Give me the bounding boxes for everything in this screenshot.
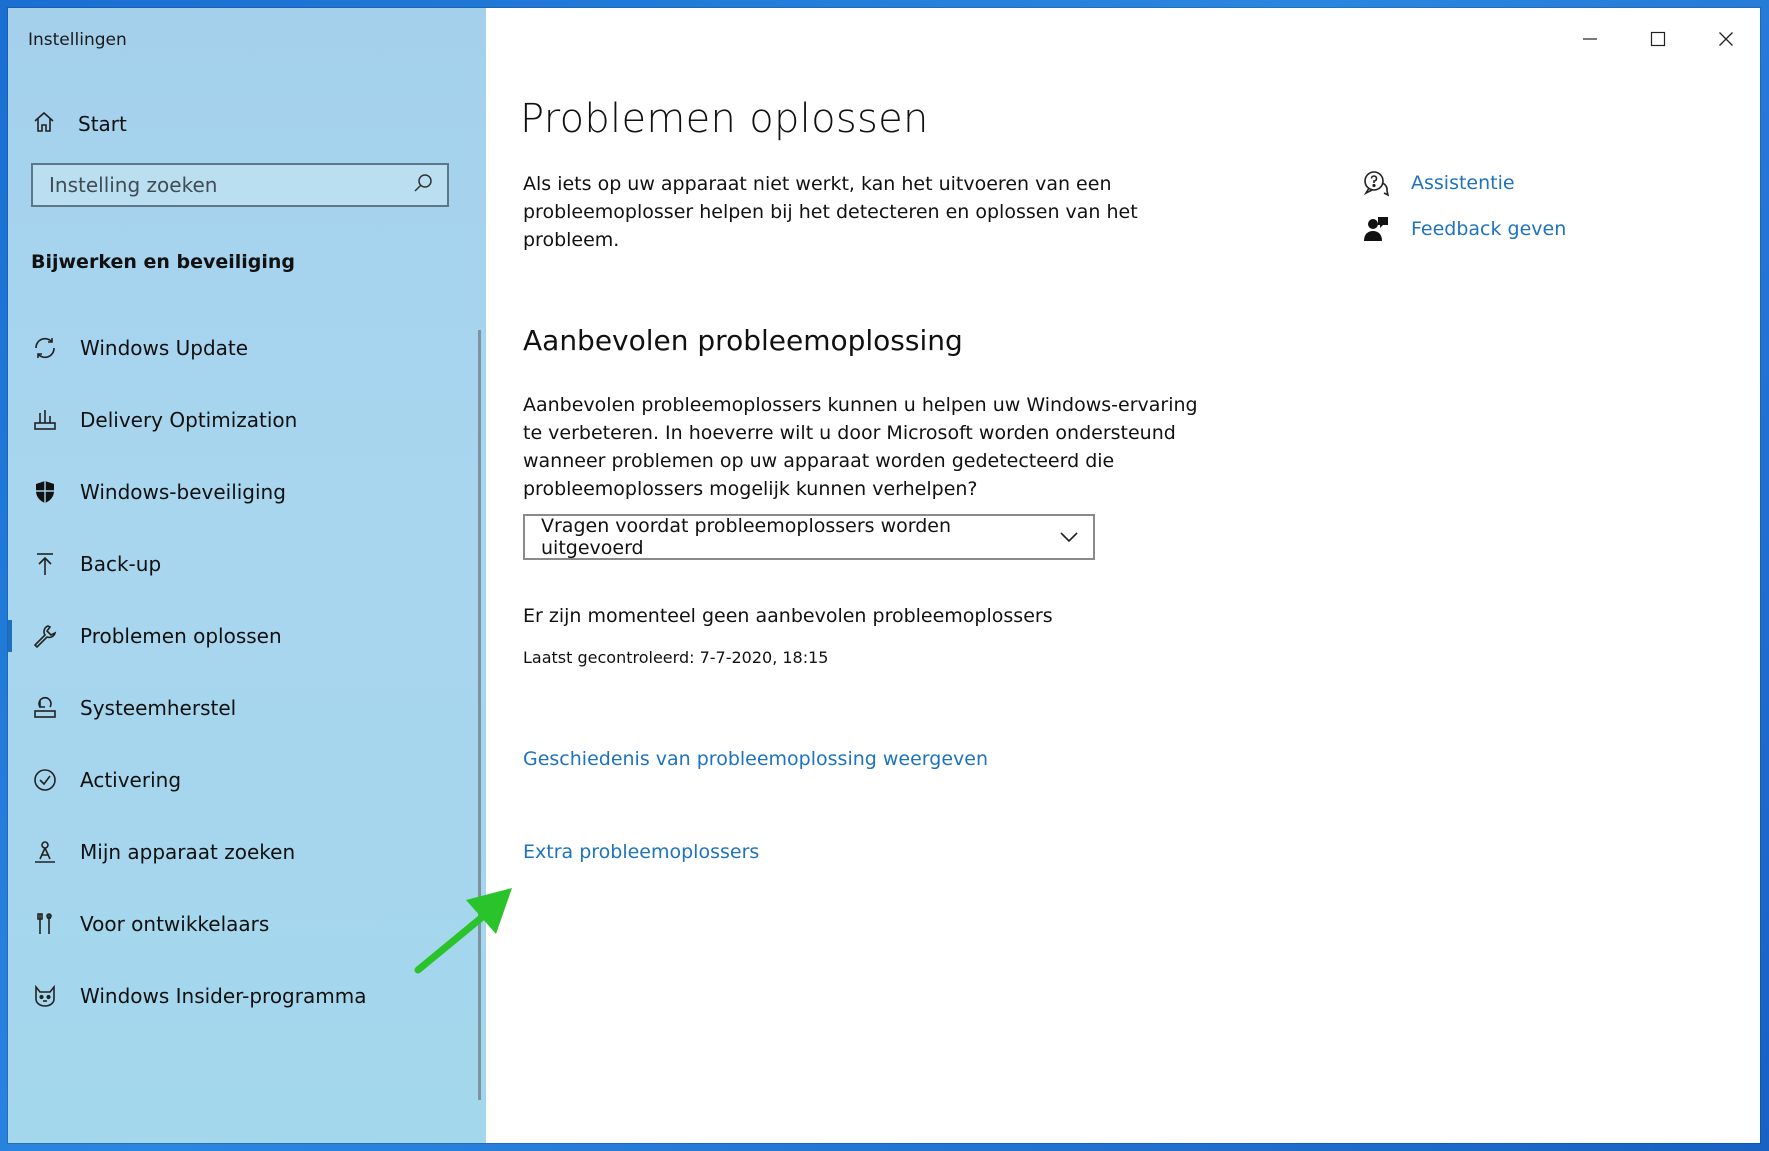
sidebar-item-recovery[interactable]: Systeemherstel (8, 672, 468, 744)
side-links: Assistentie Feedback geven (1361, 160, 1566, 252)
sidebar-item-label: Activering (80, 768, 182, 792)
delivery-optimization-icon (30, 405, 60, 435)
window-controls (1556, 18, 1760, 60)
section-title: Bijwerken en beveiliging (31, 251, 296, 273)
sidebar-item-label: Windows Insider-programma (80, 984, 367, 1008)
sidebar-item-label: Delivery Optimization (80, 408, 298, 432)
maximize-button[interactable] (1624, 18, 1692, 60)
chevron-down-icon (1059, 526, 1079, 548)
sync-icon (30, 333, 60, 363)
sidebar-item-label: Problemen oplossen (80, 624, 282, 648)
sidebar-scrollbar[interactable] (478, 330, 481, 1100)
last-checked-text: Laatst gecontroleerd: 7-7-2020, 18:15 (523, 648, 829, 667)
no-recommended-text: Er zijn momenteel geen aanbevolen proble… (523, 605, 1053, 627)
feedback-icon (1361, 214, 1391, 244)
find-device-icon (30, 837, 60, 867)
sidebar-nav: Windows Update Delivery Optimization Win… (8, 312, 468, 1032)
sidebar-item-backup[interactable]: Back-up (8, 528, 468, 600)
extra-troubleshooters-link[interactable]: Extra probleemoplossers (523, 841, 759, 863)
search-icon[interactable] (413, 173, 433, 198)
sidebar-item-troubleshoot[interactable]: Problemen oplossen (8, 600, 468, 672)
sidebar-item-activation[interactable]: Activering (8, 744, 468, 816)
settings-window: Instellingen Start Instelling zoeken Bij… (8, 8, 1760, 1143)
sidebar-item-label: Back-up (80, 552, 162, 576)
troubleshoot-preference-dropdown[interactable]: Vragen voordat probleemoplossers worden … (523, 514, 1095, 560)
close-button[interactable] (1692, 18, 1760, 60)
sidebar-item-label: Voor ontwikkelaars (80, 912, 270, 936)
help-chat-icon (1361, 168, 1391, 198)
sidebar-start-link[interactable]: Start (32, 106, 127, 142)
help-link[interactable]: Assistentie (1361, 160, 1566, 206)
shield-icon (30, 477, 60, 507)
search-input[interactable]: Instelling zoeken (31, 163, 449, 207)
recommended-description: Aanbevolen probleemoplossers kunnen u he… (523, 394, 1198, 500)
sidebar-item-insider[interactable]: Windows Insider-programma (8, 960, 468, 1032)
wrench-icon (30, 621, 60, 651)
sidebar-item-developers[interactable]: Voor ontwikkelaars (8, 888, 468, 960)
dropdown-value: Vragen voordat probleemoplossers worden … (541, 515, 952, 559)
backup-arrow-icon (30, 549, 60, 579)
feedback-link[interactable]: Feedback geven (1361, 206, 1566, 252)
start-label: Start (78, 112, 127, 136)
sidebar-item-label: Systeemherstel (80, 696, 237, 720)
insider-cat-icon (30, 981, 60, 1011)
history-link[interactable]: Geschiedenis van probleemoplossing weerg… (523, 748, 988, 770)
sidebar-item-label: Mijn apparaat zoeken (80, 840, 296, 864)
minimize-button[interactable] (1556, 18, 1624, 60)
sidebar-item-find-device[interactable]: Mijn apparaat zoeken (8, 816, 468, 888)
recovery-icon (30, 693, 60, 723)
sidebar-item-windows-security[interactable]: Windows-beveiliging (8, 456, 468, 528)
app-title: Instellingen (28, 30, 127, 50)
page-title: Problemen oplossen (520, 96, 929, 142)
intro-text: Als iets op uw apparaat niet werkt, kan … (523, 173, 1138, 251)
feedback-link-label: Feedback geven (1411, 218, 1567, 240)
help-link-label: Assistentie (1411, 172, 1515, 194)
search-placeholder: Instelling zoeken (49, 173, 218, 197)
recommended-heading: Aanbevolen probleemoplossing (523, 324, 963, 357)
sidebar-item-delivery-optimization[interactable]: Delivery Optimization (8, 384, 468, 456)
annotation-arrow-icon (414, 888, 512, 974)
developer-tools-icon (30, 909, 60, 939)
main-content: Problemen oplossen Als iets op uw appara… (486, 8, 1760, 1143)
sidebar-item-windows-update[interactable]: Windows Update (8, 312, 468, 384)
sidebar-item-label: Windows-beveiliging (80, 480, 286, 504)
sidebar-item-label: Windows Update (80, 336, 249, 360)
home-icon (32, 110, 56, 139)
check-circle-icon (30, 765, 60, 795)
